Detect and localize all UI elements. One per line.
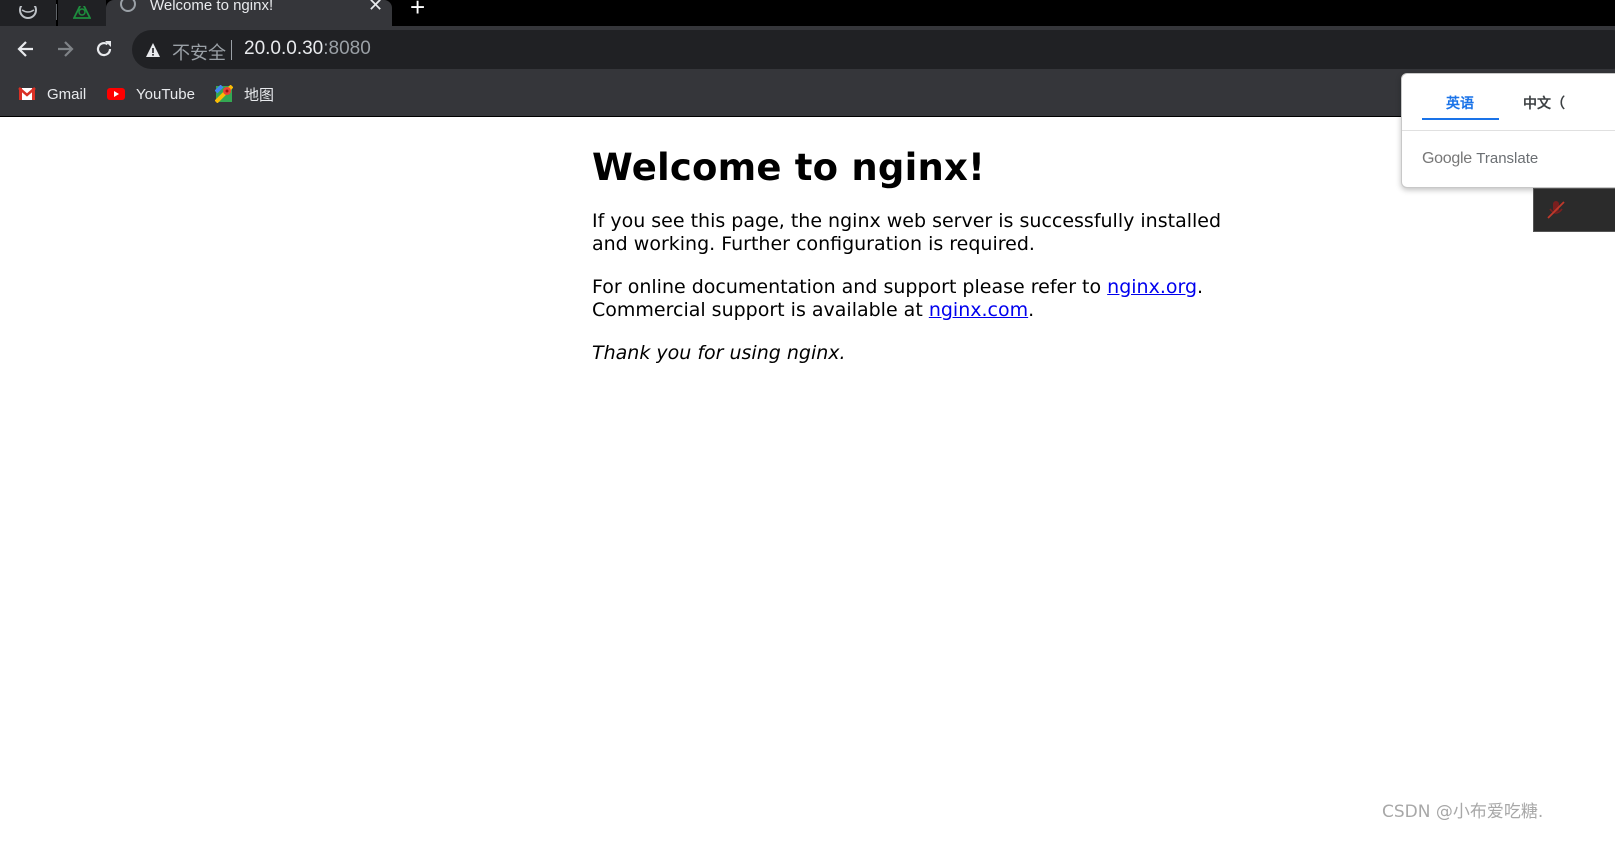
security-label[interactable]: 不安全 <box>172 39 226 65</box>
youtube-icon <box>107 88 125 100</box>
arrow-right-icon <box>58 41 74 57</box>
support-text: For online documentation and support ple… <box>592 276 1108 298</box>
google-translate-brand: Google Translate <box>1422 150 1538 168</box>
pinned-tab-1[interactable] <box>0 0 56 26</box>
support-paragraph: For online documentation and support ple… <box>592 276 1232 322</box>
mic-button[interactable] <box>1533 188 1615 232</box>
bookmark-maps[interactable]: 地图 <box>215 83 274 105</box>
active-tab-underline <box>1422 118 1499 120</box>
google-wordmark: Google <box>1422 150 1472 167</box>
bookmark-label: YouTube <box>136 85 195 103</box>
mic-muted-icon <box>1547 201 1565 219</box>
popup-divider <box>1402 130 1615 131</box>
bookmark-gmail[interactable]: Gmail <box>18 83 86 105</box>
back-button[interactable] <box>14 37 38 61</box>
omnibox-separator <box>231 40 232 60</box>
arrow-left-icon <box>17 41 33 57</box>
browser-toolbar: 不安全 20.0.0.30:8080 <box>0 26 1615 73</box>
page-title: Welcome to nginx! <box>592 146 986 189</box>
bookmark-label: 地图 <box>244 86 275 104</box>
target-language-tab[interactable]: 中文（ <box>1523 93 1565 113</box>
pinned-tab-2[interactable] <box>58 0 106 26</box>
intro-paragraph: If you see this page, the nginx web serv… <box>592 210 1222 255</box>
tab-title: Welcome to nginx! <box>150 0 274 14</box>
bookmark-youtube[interactable]: YouTube <box>107 83 195 105</box>
translate-wordmark: Translate <box>1476 150 1539 167</box>
warning-icon <box>146 43 160 57</box>
page-content: Welcome to nginx! If you see this page, … <box>592 117 1232 365</box>
bookmark-label: Gmail <box>47 85 87 103</box>
watermark: CSDN @小布爱吃糖. <box>1382 802 1544 822</box>
bookmarks-bar: Gmail YouTube 地图 <box>0 73 1615 117</box>
translate-popup: 英语 中文（ Google Translate <box>1401 73 1615 188</box>
globe-icon <box>120 0 136 12</box>
support-period: . <box>1197 276 1204 298</box>
gmail-icon <box>18 87 36 100</box>
tab-separator <box>56 4 57 20</box>
source-language-tab[interactable]: 英语 <box>1446 93 1474 113</box>
new-tab-button[interactable]: + <box>410 0 425 20</box>
commercial-text: Commercial support is available at <box>592 299 929 321</box>
forward-button[interactable] <box>53 37 77 61</box>
url-port: :8080 <box>323 38 371 59</box>
commercial-period: . <box>1028 299 1035 321</box>
close-tab-icon[interactable]: ✕ <box>368 0 383 14</box>
thanks-paragraph: Thank you for using nginx. <box>592 342 846 364</box>
nginx-com-link[interactable]: nginx.com <box>929 299 1028 321</box>
url-text[interactable]: 20.0.0.30:8080 <box>244 38 371 60</box>
globe-icon <box>19 6 37 19</box>
reload-button[interactable] <box>92 37 116 61</box>
maps-icon <box>215 85 233 103</box>
nginx-org-link[interactable]: nginx.org <box>1107 276 1197 298</box>
triangle-logo-icon <box>73 6 91 19</box>
url-host: 20.0.0.30 <box>244 38 324 59</box>
tab-strip: Welcome to nginx! ✕ + <box>0 0 1615 26</box>
tab-active[interactable]: Welcome to nginx! ✕ <box>106 0 392 26</box>
address-bar[interactable]: 不安全 20.0.0.30:8080 <box>132 30 1615 69</box>
reload-icon <box>96 41 112 57</box>
